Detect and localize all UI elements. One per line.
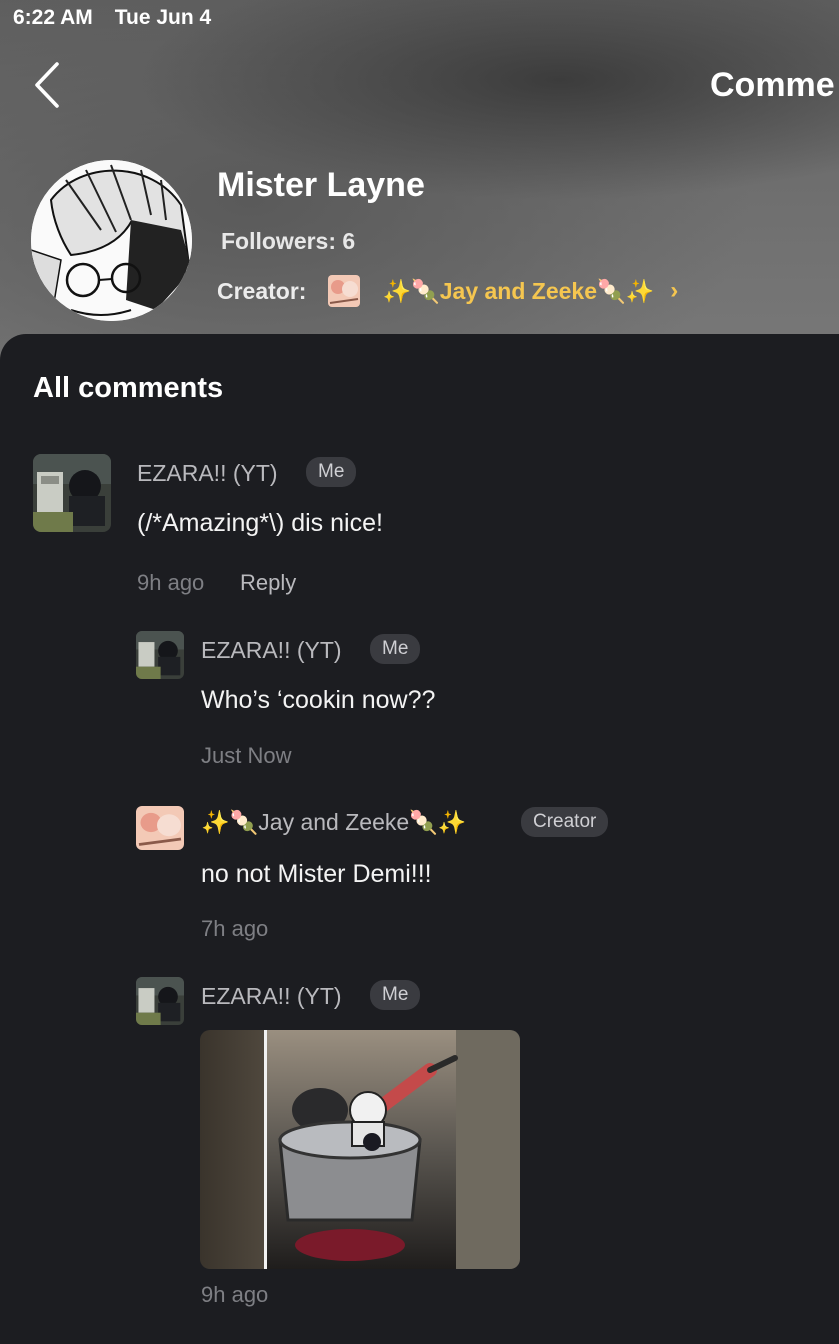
comment-username[interactable]: EZARA!! (YT) xyxy=(201,983,342,1010)
character-avatar[interactable] xyxy=(31,160,192,321)
creator-avatar xyxy=(328,275,361,307)
me-badge: Me xyxy=(370,634,421,664)
status-time: 6:22 AM xyxy=(13,6,93,29)
reply-button[interactable]: Reply xyxy=(240,570,296,596)
avatar[interactable] xyxy=(136,806,184,850)
comment-time: 9h ago xyxy=(201,1282,269,1307)
chevron-left-icon[interactable] xyxy=(30,60,64,110)
page-title: Comme xyxy=(710,66,835,104)
chevron-right-icon: › xyxy=(670,277,679,304)
character-name: Mister Layne xyxy=(217,166,425,204)
comment-time: 7h ago xyxy=(201,916,269,941)
creator-badge: Creator xyxy=(521,807,609,837)
creator-link[interactable]: Creator: ✨🍡Jay and Zeeke🍡✨ › xyxy=(217,275,679,307)
followers-count: Followers: 6 xyxy=(221,228,356,254)
comment-text: Who’s ‘cookin now?? xyxy=(201,686,436,714)
cooking-pot-photo[interactable] xyxy=(200,1030,520,1269)
avatar[interactable] xyxy=(33,454,111,532)
avatar[interactable] xyxy=(136,631,184,679)
comment-text: (/*Amazing*\) dis nice! xyxy=(137,509,383,537)
section-title: All comments xyxy=(33,372,224,404)
avatar[interactable] xyxy=(136,977,184,1025)
creator-name: ✨🍡Jay and Zeeke🍡✨ xyxy=(382,277,655,304)
me-badge: Me xyxy=(306,457,357,487)
creator-label: Creator: xyxy=(217,277,307,304)
me-badge: Me xyxy=(370,980,421,1010)
comment-username[interactable]: EZARA!! (YT) xyxy=(201,637,342,664)
status-date: Tue Jun 4 xyxy=(114,6,212,29)
comment-username[interactable]: ✨🍡Jay and Zeeke🍡✨ xyxy=(201,809,466,836)
comment-text: no not Mister Demi!!! xyxy=(201,860,432,888)
comment-time: Just Now xyxy=(201,743,292,768)
comment-time: 9h ago xyxy=(137,570,205,595)
comment-username[interactable]: EZARA!! (YT) xyxy=(137,460,278,487)
status-bar: 6:22 AM Tue Jun 4 xyxy=(13,6,211,30)
